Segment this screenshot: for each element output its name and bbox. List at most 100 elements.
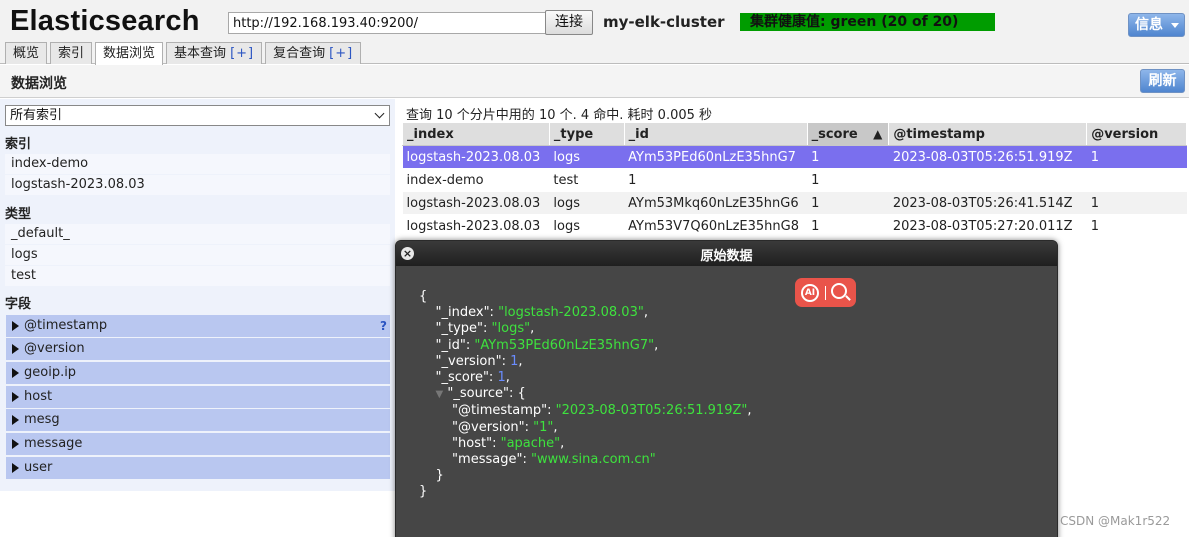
app-title: Elasticsearch <box>10 5 200 37</box>
table-header-row: _index _type _id _score ▲ @timestamp @ver… <box>402 122 1187 146</box>
cell: AYm53V7Q60nLzE35hnG8 <box>624 214 808 238</box>
help-icon[interactable]: ? <box>380 315 387 337</box>
cell: logs <box>549 145 625 169</box>
column-header-timestamp[interactable]: @timestamp <box>888 122 1088 146</box>
ai-search-icon[interactable]: AI <box>795 278 856 307</box>
cell: logs <box>549 214 625 238</box>
json-value-version: 1 <box>510 353 519 369</box>
json-value-score: 1 <box>497 370 506 386</box>
dialog-title: 原始数据 <box>700 249 753 264</box>
sidebar-index-item[interactable]: logstash-2023.08.03 <box>5 175 390 195</box>
triangle-right-icon <box>12 463 19 473</box>
results-table: _index _type _id _score ▲ @timestamp @ver… <box>402 122 1187 238</box>
cell: 2023-08-03T05:27:20.011Z <box>888 214 1087 238</box>
table-row[interactable]: logstash-2023.08.03 logs AYm53Mkq60nLzE3… <box>402 191 1187 215</box>
info-menu-label: 信息 <box>1135 17 1163 33</box>
sidebar-field-item[interactable]: user <box>6 457 390 479</box>
tab-add-compound-query[interactable]: [+] <box>329 46 353 61</box>
cell: 1 <box>1086 191 1187 215</box>
triangle-right-icon <box>12 368 19 378</box>
filter-sidebar: 所有索引 索引 index-demo logstash-2023.08.03 类… <box>0 99 395 491</box>
section-bar: 数据浏览 刷新 <box>0 65 1189 98</box>
sidebar-type-item[interactable]: logs <box>5 245 390 265</box>
chevron-down-icon <box>374 108 385 119</box>
json-value-at-version: "1" <box>533 419 554 435</box>
cell: index-demo <box>402 168 550 192</box>
tab-indices[interactable]: 索引 <box>50 42 93 64</box>
sidebar-field-item[interactable]: mesg <box>6 409 390 431</box>
json-value-message: "www.sina.com.cn" <box>530 452 656 468</box>
table-row[interactable]: logstash-2023.08.03 logs AYm53V7Q60nLzE3… <box>402 214 1187 238</box>
sidebar-field-item[interactable]: @timestamp ? <box>6 315 390 337</box>
json-value-id: "AYm53PEd60nLzE35hnG7" <box>474 337 655 353</box>
query-info: 查询 10 个分片中用的 10 个. 4 命中. 耗时 0.005 秒 <box>406 108 713 123</box>
watermark: CSDN @Mak1r522 <box>1060 514 1171 528</box>
section-title: 数据浏览 <box>11 76 67 92</box>
column-header-type[interactable]: _type <box>548 122 625 146</box>
triangle-right-icon <box>12 321 19 331</box>
indices-heading: 索引 <box>5 137 32 152</box>
cell: 1 <box>807 214 889 238</box>
json-value-index: "logstash-2023.08.03" <box>498 305 644 321</box>
cell: logstash-2023.08.03 <box>402 214 550 238</box>
refresh-button[interactable]: 刷新 <box>1140 69 1185 93</box>
tab-basic-query[interactable]: 基本查询 [+] <box>166 42 263 64</box>
cell: AYm53PEd60nLzE35hnG7 <box>624 145 808 169</box>
app-header: Elasticsearch 连接 my-elk-cluster 集群健康值: g… <box>0 0 1189 65</box>
types-heading: 类型 <box>5 207 32 222</box>
tab-overview[interactable]: 概览 <box>5 42 48 64</box>
tab-browser[interactable]: 数据浏览 <box>95 42 164 65</box>
json-viewer: { "_index": "logstash-2023.08.03", "_typ… <box>419 289 752 500</box>
cell: AYm53Mkq60nLzE35hnG6 <box>624 191 808 215</box>
sidebar-type-item[interactable]: test <box>5 266 390 286</box>
cell: 2023-08-03T05:26:51.919Z <box>888 145 1087 169</box>
index-select[interactable]: 所有索引 <box>5 105 390 126</box>
sidebar-type-item[interactable]: _default_ <box>5 224 390 244</box>
cell: test <box>549 168 625 192</box>
info-menu-button[interactable]: 信息 <box>1128 13 1185 37</box>
connect-button[interactable]: 连接 <box>545 10 593 35</box>
triangle-right-icon <box>12 392 19 402</box>
column-header-score[interactable]: _score ▲ <box>806 122 890 146</box>
column-header-id[interactable]: _id <box>623 122 808 146</box>
ai-badge-text: AI <box>801 284 819 302</box>
json-value-timestamp: "2023-08-03T05:26:51.919Z" <box>555 403 748 419</box>
sidebar-field-item[interactable]: host <box>6 386 390 408</box>
cell: 1 <box>807 168 889 192</box>
sidebar-field-item[interactable]: geoip.ip <box>6 362 390 384</box>
triangle-right-icon <box>12 439 19 449</box>
column-header-index[interactable]: _index <box>402 122 550 146</box>
tab-compound-query[interactable]: 复合查询 [+] <box>265 42 362 64</box>
dialog-titlebar[interactable]: × 原始数据 <box>396 241 1057 266</box>
tab-add-basic-query[interactable]: [+] <box>230 46 254 61</box>
table-row[interactable]: logstash-2023.08.03 logs AYm53PEd60nLzE3… <box>402 145 1187 169</box>
main-tabs: 概览 索引 数据浏览 基本查询 [+] 复合查询 [+] <box>5 42 364 65</box>
cell: logstash-2023.08.03 <box>402 191 550 215</box>
fields-heading: 字段 <box>5 297 32 312</box>
sidebar-field-item[interactable]: message <box>6 433 390 455</box>
sort-asc-icon: ▲ <box>873 126 883 141</box>
collapse-arrow-icon: ▼ <box>435 389 444 401</box>
cell: 1 <box>807 145 889 169</box>
cell: 1 <box>807 191 889 215</box>
cluster-health-badge: 集群健康值: green (20 of 20) <box>740 13 995 31</box>
sidebar-field-item[interactable]: @version <box>6 338 390 360</box>
cell: 1 <box>624 168 808 192</box>
cell: 2023-08-03T05:26:41.514Z <box>888 191 1087 215</box>
triangle-right-icon <box>12 415 19 425</box>
cell <box>888 168 1087 192</box>
json-value-type: "logs" <box>491 321 531 337</box>
cluster-name: my-elk-cluster <box>603 13 725 31</box>
cell <box>1086 168 1187 192</box>
cell: 1 <box>1086 214 1187 238</box>
column-header-version[interactable]: @version <box>1086 122 1187 146</box>
cluster-url-input[interactable] <box>228 12 546 34</box>
cell: 1 <box>1086 145 1187 169</box>
triangle-right-icon <box>12 344 19 354</box>
raw-data-dialog: × 原始数据 AI { "_index": "logstash-2023.08.… <box>395 240 1058 537</box>
json-value-host: "apache" <box>500 435 561 451</box>
sidebar-index-item[interactable]: index-demo <box>5 154 390 174</box>
cell: logstash-2023.08.03 <box>402 145 550 169</box>
table-row[interactable]: index-demo test 1 1 <box>402 168 1187 192</box>
caret-down-icon <box>1171 23 1179 28</box>
